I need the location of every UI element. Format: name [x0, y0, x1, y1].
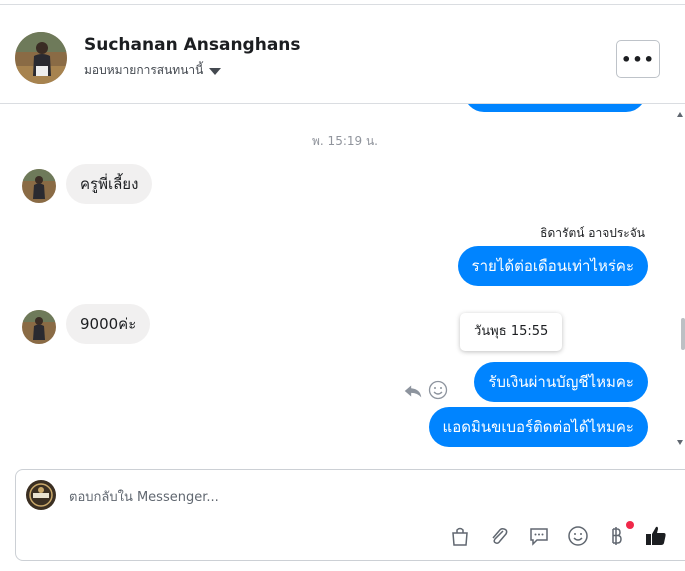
reply-composer: [15, 469, 685, 561]
scroll-thumb[interactable]: [681, 318, 685, 350]
message-bubble-icon[interactable]: [527, 524, 551, 548]
contact-name[interactable]: Suchanan Ansanghans: [84, 35, 301, 55]
reply-icon[interactable]: [402, 380, 424, 402]
message-scrollbar[interactable]: [675, 104, 685, 454]
more-options-icon: •••: [621, 49, 655, 69]
emoji-icon[interactable]: [566, 524, 590, 548]
conversation-timestamp: พ. 15:19 น.: [312, 134, 378, 148]
message-time-tooltip: วันพุธ 15:55: [460, 313, 563, 351]
outgoing-message[interactable]: รับเงินผ่านบัญชีไหมคะ: [474, 362, 648, 402]
contact-avatar-small: [22, 169, 56, 203]
reply-input[interactable]: [69, 485, 629, 509]
outgoing-message[interactable]: รายได้ต่อเดือนเท่าไหร่คะ: [457, 246, 648, 286]
baht-icon[interactable]: [604, 524, 628, 548]
incoming-message[interactable]: 9000ค่ะ: [66, 304, 151, 344]
caret-down-icon: [209, 68, 222, 75]
assign-label: มอบหมายการสนทนานี้: [84, 63, 204, 77]
thumbs-up-icon[interactable]: [644, 524, 668, 548]
scroll-down-arrow-icon[interactable]: [677, 440, 683, 445]
incoming-message[interactable]: ครูพี่เลี้ยง: [66, 164, 153, 204]
shopping-bag-icon[interactable]: [448, 524, 472, 548]
more-options-button[interactable]: •••: [616, 40, 660, 78]
partial-message-bubble: [464, 104, 646, 112]
notification-dot: [626, 521, 634, 529]
scroll-up-arrow-icon[interactable]: [677, 112, 683, 117]
react-emoji-icon[interactable]: [428, 380, 448, 400]
message-list: พ. 15:19 น. ครูพี่เลี้ยง ธิดารัตน์ อาจปร…: [0, 104, 670, 454]
outgoing-message[interactable]: แอดมินขเบอร์ติดต่อได้ไหมคะ: [428, 407, 648, 447]
contact-avatar-small: [22, 310, 56, 344]
page-avatar: [26, 480, 56, 510]
contact-avatar[interactable]: [15, 32, 67, 84]
sender-name: ธิดารัตน์ อาจประจัน: [540, 226, 645, 240]
assign-conversation[interactable]: มอบหมายการสนทนานี้: [84, 61, 222, 80]
paperclip-icon[interactable]: [487, 524, 511, 548]
conversation-header: Suchanan Ansanghans มอบหมายการสนทนานี้ •…: [0, 5, 685, 104]
